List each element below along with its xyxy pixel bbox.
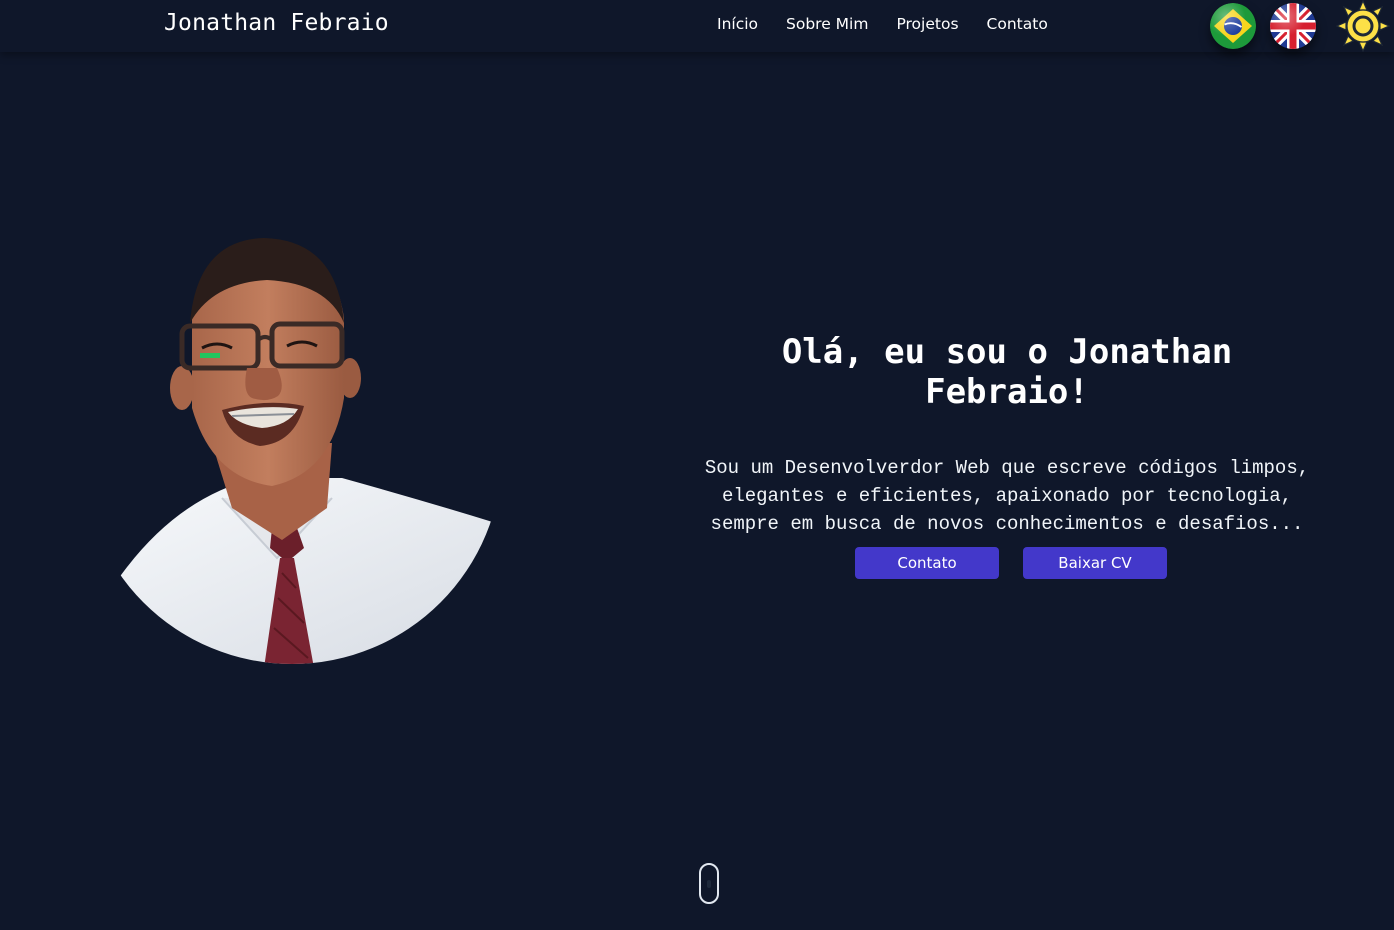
- hero-heading: Olá, eu sou o Jonathan Febraio!: [700, 332, 1314, 412]
- download-cv-button[interactable]: Baixar CV: [1023, 547, 1167, 579]
- nav-link-sobre-mim[interactable]: Sobre Mim: [786, 14, 868, 34]
- hero-description-line: Sou um Desenvolverdor Web que escreve có…: [704, 457, 1310, 479]
- sun-icon[interactable]: [1336, 0, 1390, 52]
- brand-name[interactable]: Jonathan Febraio: [164, 10, 389, 36]
- hero-heading-line1: Olá, eu sou o Jonathan: [781, 332, 1233, 372]
- nav-link-inicio[interactable]: Início: [717, 14, 758, 34]
- profile-photo: [82, 228, 522, 668]
- hero-description-line: sempre em busca de novos conhecimentos e…: [710, 513, 1304, 535]
- scroll-wheel-dot: [707, 880, 711, 888]
- top-navbar: Jonathan Febraio Início Sobre Mim Projet…: [0, 0, 1394, 52]
- brazil-flag-icon[interactable]: [1210, 3, 1256, 49]
- nav-link-contato[interactable]: Contato: [987, 14, 1048, 34]
- scroll-down-indicator[interactable]: [699, 863, 719, 904]
- page: Jonathan Febraio Início Sobre Mim Projet…: [0, 0, 1394, 930]
- main-nav: Início Sobre Mim Projetos Contato: [717, 14, 1076, 34]
- nav-link-projetos[interactable]: Projetos: [896, 14, 958, 34]
- hero-description-line: elegantes e eficientes, apaixonado por t…: [721, 485, 1293, 507]
- uk-flag-icon[interactable]: [1270, 3, 1316, 49]
- contact-button[interactable]: Contato: [855, 547, 999, 579]
- hero-heading-line2: Febraio!: [925, 372, 1089, 412]
- hero-description: Sou um Desenvolverdor Web que escreve có…: [680, 454, 1334, 538]
